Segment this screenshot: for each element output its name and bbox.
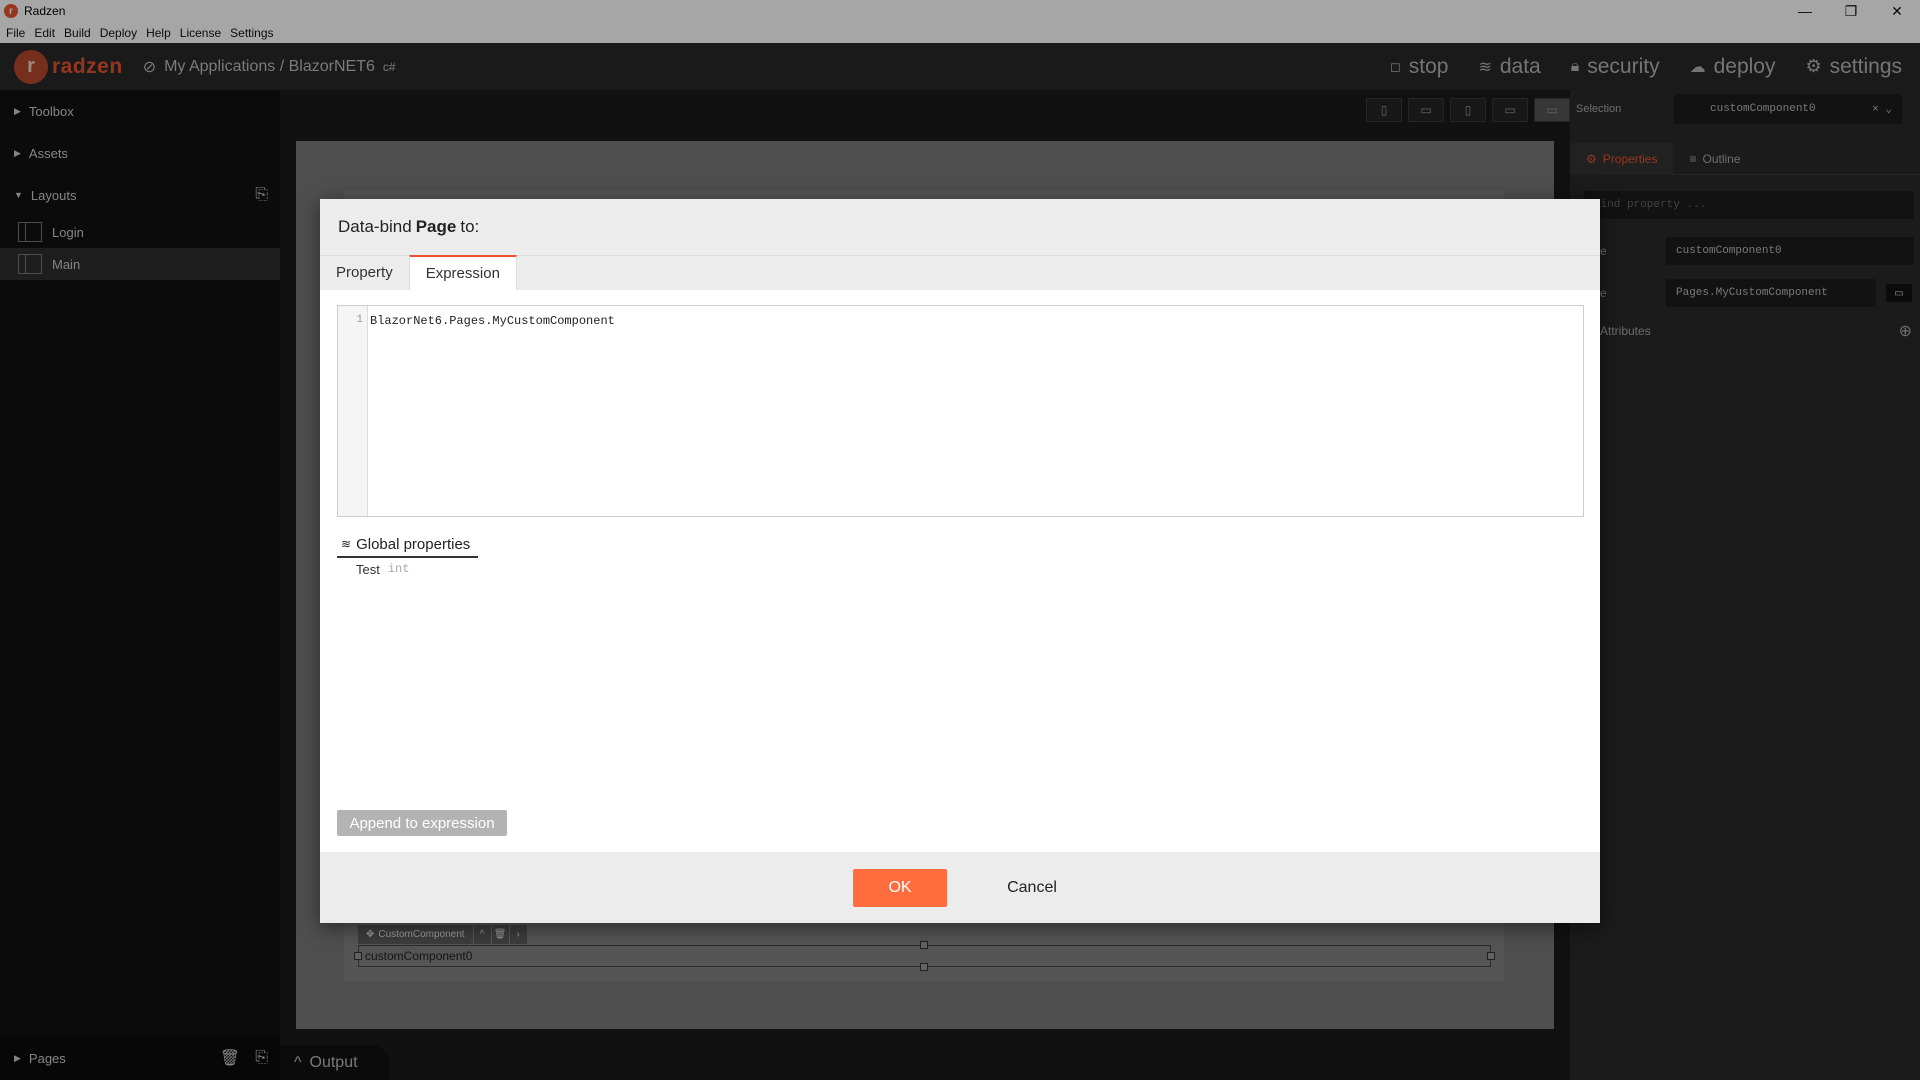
tab-property[interactable]: Property xyxy=(320,255,409,290)
expression-editor[interactable]: 1 BlazorNet6.Pages.MyCustomComponent xyxy=(337,305,1584,517)
dialog-tabs: Property Expression xyxy=(320,255,1600,290)
line-number: 1 xyxy=(356,314,363,326)
dialog-title-bold: Page xyxy=(415,217,457,236)
global-property-name: Test xyxy=(356,562,380,577)
ok-button[interactable]: OK xyxy=(853,868,947,907)
append-to-expression-button[interactable]: Append to expression xyxy=(337,810,507,836)
dialog-title-prefix: Data-bind xyxy=(338,217,412,236)
cancel-button[interactable]: Cancel xyxy=(997,869,1067,907)
global-properties-title: Global properties xyxy=(356,535,471,553)
global-property-item[interactable]: Test int xyxy=(356,562,409,577)
layers-icon: ≋ xyxy=(341,537,352,551)
dialog-title-suffix: to: xyxy=(460,217,480,236)
global-properties-tab[interactable]: ≋ Global properties xyxy=(337,532,478,558)
dialog-footer: OK Cancel xyxy=(320,852,1600,923)
expression-code[interactable]: BlazorNet6.Pages.MyCustomComponent xyxy=(370,314,615,328)
tab-expression[interactable]: Expression xyxy=(408,255,517,290)
global-property-type: int xyxy=(387,562,410,576)
data-bind-dialog: Data-bind Page to: Property Expression 1… xyxy=(320,199,1600,923)
dialog-title: Data-bind Page to: xyxy=(320,199,1600,255)
line-number-gutter: 1 xyxy=(338,306,368,516)
